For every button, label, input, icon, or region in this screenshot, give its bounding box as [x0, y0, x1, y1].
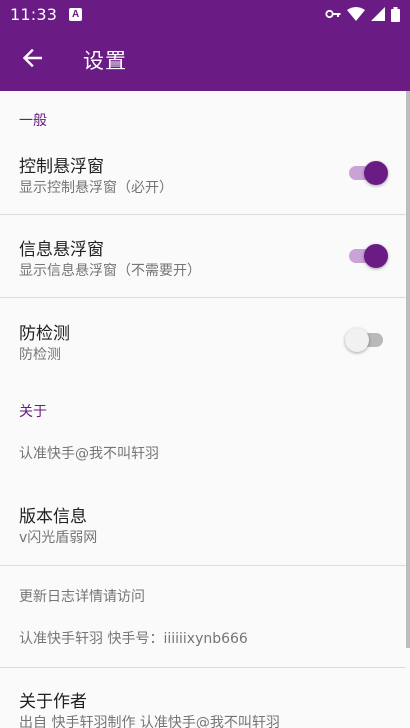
pref-title: 信息悬浮窗: [19, 240, 104, 260]
about-note[interactable]: 认准快手@我不叫轩羽: [19, 443, 159, 463]
back-button[interactable]: [0, 28, 64, 91]
settings-list[interactable]: 一般 控制悬浮窗 显示控制悬浮窗（必开） 信息悬浮窗 显示信息悬浮窗（不需要开）…: [0, 91, 410, 728]
arrow-left-icon: [22, 48, 43, 71]
pref-summary: 显示信息悬浮窗（不需要开）: [19, 263, 201, 279]
pref-control-float[interactable]: 控制悬浮窗 显示控制悬浮窗（必开）: [0, 141, 406, 214]
switch-thumb: [364, 244, 388, 268]
pref-title: 关于作者: [19, 692, 87, 712]
pref-anti-detect[interactable]: 防检测 防检测: [0, 308, 406, 381]
pref-author[interactable]: 关于作者 出自 快手轩羽制作 认准快手@我不叫轩羽: [0, 676, 406, 728]
divider: [0, 667, 406, 668]
pref-summary: v闪光盾弱网: [19, 530, 98, 546]
pref-info-float[interactable]: 信息悬浮窗 显示信息悬浮窗（不需要开）: [0, 224, 406, 297]
divider: [0, 214, 406, 215]
pref-summary: 显示控制悬浮窗（必开）: [19, 180, 173, 196]
scrollbar[interactable]: [406, 91, 410, 648]
divider: [0, 297, 406, 298]
pref-version[interactable]: 版本信息 v闪光盾弱网: [0, 491, 406, 564]
switch-thumb: [364, 161, 388, 185]
pref-summary: 出自 快手轩羽制作 认准快手@我不叫轩羽: [19, 715, 280, 728]
pref-summary: 防检测: [19, 347, 61, 363]
battery-icon: [391, 6, 400, 22]
pref-title: 控制悬浮窗: [19, 157, 104, 177]
pref-title: 版本信息: [19, 507, 87, 527]
category-general: 一般: [19, 113, 47, 129]
switch-thumb: [345, 328, 369, 352]
vpn-key-icon: [325, 8, 341, 20]
wifi-icon: [347, 7, 365, 21]
status-bar: 11:33 A: [0, 0, 410, 28]
page-title: 设置: [83, 48, 127, 73]
notification-icon: A: [69, 7, 83, 21]
status-time: 11:33: [10, 4, 58, 24]
anti-detect-switch[interactable]: [345, 326, 389, 354]
info-float-switch[interactable]: [349, 242, 389, 270]
signal-icon: [371, 7, 385, 21]
pref-title: 防检测: [19, 324, 70, 344]
contact-note[interactable]: 认准快手轩羽 快手号：iiiiiixynb666: [19, 628, 248, 648]
status-icons: [325, 6, 400, 22]
app-bar: 设置: [0, 28, 410, 91]
changelog-note[interactable]: 更新日志详情请访问: [19, 586, 145, 606]
divider: [0, 565, 406, 566]
category-about: 关于: [19, 404, 47, 420]
control-float-switch[interactable]: [349, 159, 389, 187]
